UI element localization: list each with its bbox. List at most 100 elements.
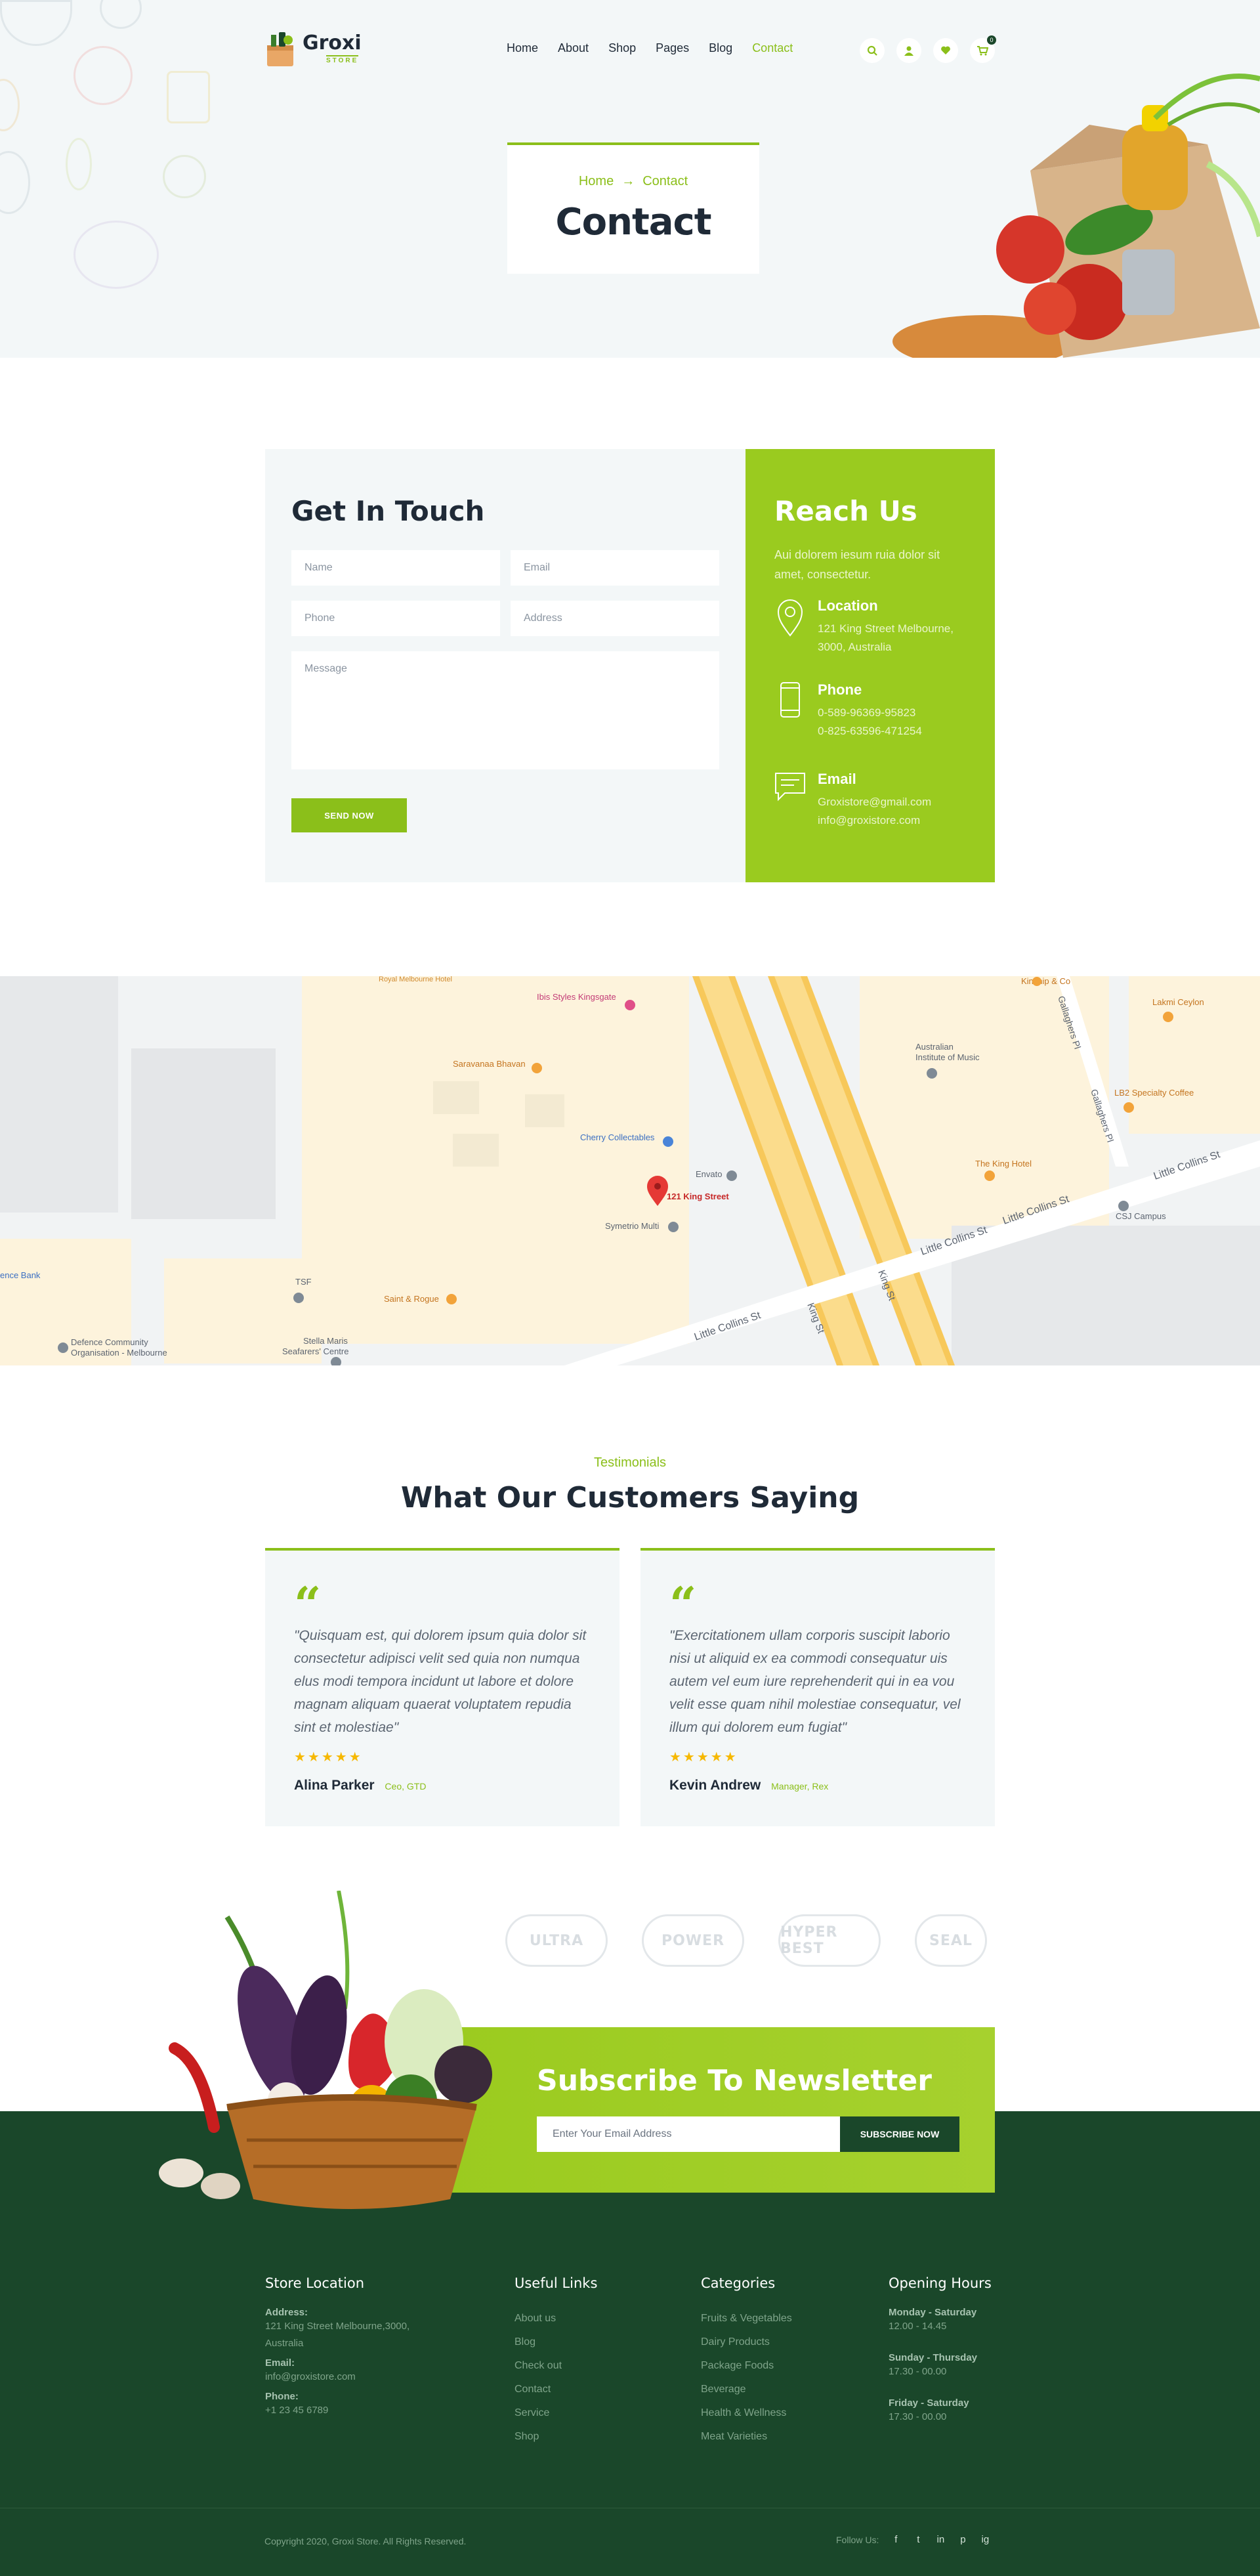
hours-day-2: Sunday - Thursday bbox=[889, 2352, 978, 2363]
nav-contact[interactable]: Contact bbox=[752, 41, 793, 55]
send-button[interactable]: SEND NOW bbox=[291, 798, 407, 832]
search-icon[interactable] bbox=[860, 38, 885, 63]
footer-categories-title: Categories bbox=[701, 2275, 776, 2291]
grocery-bag-illustration bbox=[892, 74, 1260, 358]
doodle-onion-icon bbox=[100, 0, 142, 29]
linkedin-icon[interactable]: in bbox=[935, 2534, 946, 2545]
footer-link-contact[interactable]: Contact bbox=[514, 2378, 597, 2401]
svg-text:Defence Community: Defence Community bbox=[71, 1337, 148, 1347]
reach-title: Reach Us bbox=[774, 495, 917, 527]
footer-category-health[interactable]: Health & Wellness bbox=[701, 2401, 792, 2425]
doodle-pumpkin-icon bbox=[0, 79, 20, 131]
doodle-garlic-icon bbox=[0, 151, 30, 214]
footer-phone[interactable]: +1 23 45 6789 bbox=[265, 2402, 410, 2419]
user-icon[interactable] bbox=[896, 38, 921, 63]
svg-text:LB2 Specialty Coffee: LB2 Specialty Coffee bbox=[1114, 1088, 1194, 1098]
vegetable-basket-illustration bbox=[159, 1891, 492, 2209]
svg-text:Symetrio Multi: Symetrio Multi bbox=[605, 1221, 659, 1231]
twitter-icon[interactable]: t bbox=[913, 2534, 923, 2545]
logo[interactable]: Groxi STORE bbox=[264, 31, 362, 68]
hours-time-3: 17.30 - 00.00 bbox=[889, 2411, 947, 2422]
star-rating: ★★★★★ bbox=[669, 1750, 738, 1765]
message-textarea[interactable]: Message bbox=[291, 651, 719, 769]
doodle-broccoli-icon bbox=[163, 155, 206, 198]
footer-store-location: Store Location Address: 121 King Street … bbox=[265, 2275, 410, 2419]
brand-logo-seal: SEAL bbox=[915, 1914, 987, 1967]
svg-text:Envato: Envato bbox=[696, 1169, 722, 1179]
footer-email[interactable]: info@groxistore.com bbox=[265, 2369, 410, 2386]
footer-opening-hours: Opening Hours Monday - Saturday 12.00 - … bbox=[889, 2275, 992, 2426]
newsletter-email-input[interactable]: Enter Your Email Address bbox=[537, 2116, 840, 2152]
nav-home[interactable]: Home bbox=[507, 41, 538, 55]
footer-link-service[interactable]: Service bbox=[514, 2401, 597, 2425]
phone-line-1: 0-589-96369-95823 bbox=[818, 706, 916, 719]
svg-text:Australian: Australian bbox=[915, 1042, 954, 1052]
footer-category-package[interactable]: Package Foods bbox=[701, 2354, 792, 2378]
heart-icon[interactable] bbox=[933, 38, 958, 63]
svg-text:CSJ Campus: CSJ Campus bbox=[1116, 1211, 1166, 1221]
address-input[interactable]: Address bbox=[511, 601, 719, 636]
testimonial-card: “ "Quisquam est, qui dolorem ipsum quia … bbox=[265, 1548, 620, 1826]
footer-phone-label: Phone: bbox=[265, 2391, 299, 2402]
footer-link-checkout[interactable]: Check out bbox=[514, 2354, 597, 2378]
svg-text:Organisation - Melbourne: Organisation - Melbourne bbox=[71, 1348, 167, 1358]
testimonial-quote: "Exercitationem ullam corporis suscipit … bbox=[669, 1628, 961, 1735]
nav-pages[interactable]: Pages bbox=[656, 41, 689, 55]
phone-input[interactable]: Phone bbox=[291, 601, 500, 636]
svg-text:Saint & Rogue: Saint & Rogue bbox=[384, 1294, 439, 1304]
doodle-pepper-icon bbox=[74, 46, 133, 105]
cart-count-badge: 0 bbox=[987, 35, 996, 45]
testimonial-card: “ "Exercitationem ullam corporis suscipi… bbox=[640, 1548, 995, 1826]
footer-link-blog[interactable]: Blog bbox=[514, 2330, 597, 2354]
breadcrumb-home[interactable]: Home bbox=[579, 174, 614, 189]
svg-text:Saravanaa Bhavan: Saravanaa Bhavan bbox=[453, 1059, 526, 1069]
svg-text:Ibis Styles Kingsgate: Ibis Styles Kingsgate bbox=[537, 992, 616, 1002]
brand-sub: STORE bbox=[326, 55, 359, 64]
footer-address-2: Australia bbox=[265, 2338, 304, 2349]
facebook-icon[interactable]: f bbox=[891, 2534, 901, 2545]
footer-category-meat[interactable]: Meat Varieties bbox=[701, 2425, 792, 2449]
author-role: Ceo, GTD bbox=[385, 1781, 427, 1792]
location-map[interactable]: Royal Melbourne Hotel Ibis Styles Kingsg… bbox=[0, 976, 1260, 1365]
subscribe-button[interactable]: SUBSCRIBE NOW bbox=[840, 2116, 959, 2152]
testimonials-kicker: Testimonials bbox=[593, 1455, 667, 1470]
brand-logo-hyper-best: HYPER BEST bbox=[778, 1914, 881, 1967]
footer-links-title: Useful Links bbox=[514, 2275, 598, 2291]
brand-name: Groxi bbox=[303, 32, 362, 54]
footer-hours-title: Opening Hours bbox=[889, 2275, 992, 2291]
shopping-bag-logo-icon bbox=[267, 32, 293, 66]
footer-link-about[interactable]: About us bbox=[514, 2307, 597, 2330]
pinterest-icon[interactable]: p bbox=[957, 2534, 968, 2545]
main-nav: Home About Shop Pages Blog Contact bbox=[507, 41, 793, 55]
author-role: Manager, Rex bbox=[771, 1781, 829, 1792]
hours-time-1: 12.00 - 14.45 bbox=[889, 2321, 947, 2332]
hours-time-2: 17.30 - 00.00 bbox=[889, 2366, 947, 2377]
map-canvas[interactable]: Royal Melbourne Hotel Ibis Styles Kingsg… bbox=[0, 976, 1260, 1365]
map-pin-icon bbox=[777, 599, 803, 637]
footer-category-beverage[interactable]: Beverage bbox=[701, 2378, 792, 2401]
testimonial-author: Alina Parker Ceo, GTD bbox=[294, 1778, 426, 1793]
doodle-eggplant-icon bbox=[74, 221, 159, 289]
footer-category-dairy[interactable]: Dairy Products bbox=[701, 2330, 792, 2354]
newsletter-box: Subscribe To Newsletter Enter Your Email… bbox=[449, 2027, 995, 2193]
newsletter-title: Subscribe To Newsletter bbox=[537, 2064, 932, 2097]
header-icons: 0 bbox=[860, 35, 996, 63]
instagram-icon[interactable]: ig bbox=[980, 2534, 990, 2545]
name-input[interactable]: Name bbox=[291, 550, 500, 586]
svg-text:Institute of Music: Institute of Music bbox=[915, 1052, 980, 1062]
email-line-2: info@groxistore.com bbox=[818, 814, 921, 826]
hours-day-1: Monday - Saturday bbox=[889, 2307, 977, 2318]
nav-blog[interactable]: Blog bbox=[709, 41, 732, 55]
footer-link-shop[interactable]: Shop bbox=[514, 2425, 597, 2449]
svg-text:Royal Melbourne Hotel: Royal Melbourne Hotel bbox=[379, 976, 452, 983]
hours-day-3: Friday - Saturday bbox=[889, 2397, 969, 2409]
cart-icon[interactable]: 0 bbox=[970, 35, 996, 63]
nav-about[interactable]: About bbox=[558, 41, 589, 55]
svg-text:Cherry Collectables: Cherry Collectables bbox=[580, 1132, 655, 1142]
brand-logos: ULTRA POWER HYPER BEST SEAL bbox=[505, 1914, 987, 1967]
reach-intro: Aui dolorem iesum ruia dolor sit amet, c… bbox=[774, 548, 940, 581]
footer-category-fruits[interactable]: Fruits & Vegetables bbox=[701, 2307, 792, 2330]
footer-store-title: Store Location bbox=[265, 2275, 364, 2291]
email-input[interactable]: Email bbox=[511, 550, 719, 586]
nav-shop[interactable]: Shop bbox=[608, 41, 636, 55]
